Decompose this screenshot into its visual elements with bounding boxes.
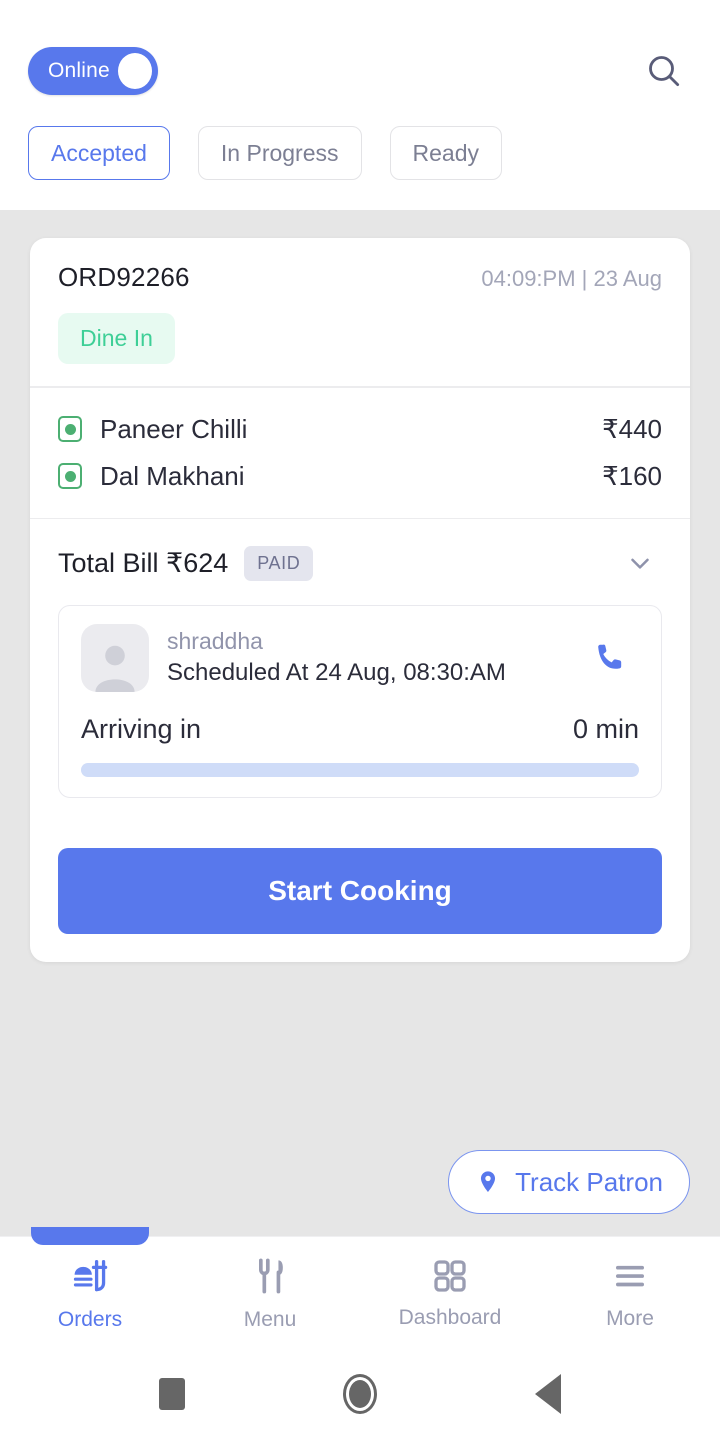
online-status-toggle[interactable]: Online [28,47,158,95]
location-pin-icon [481,1171,496,1193]
triangle-back-icon [535,1374,561,1414]
arriving-in-value: 0 min [572,714,639,744]
nav-item-orders[interactable]: Orders [0,1227,180,1348]
system-navigation-bar [0,1348,720,1440]
order-card-header: ORD92266 04:09:PM | 23 Aug Dine In [30,238,690,386]
arriving-in-label: Arriving in [81,714,202,744]
order-item-price: ₹160 [602,460,662,491]
order-id: ORD92266 [58,262,190,292]
order-items: Paneer Chilli ₹440 Dal Makhani ₹160 [30,388,690,518]
back-button[interactable] [518,1364,578,1424]
order-item-name: Paneer Chilli [100,413,248,444]
order-type-badge-label: Dine In [80,325,153,351]
tab-in-progress-label: In Progress [220,139,339,166]
order-status-tabs: Accepted In Progress Ready [0,102,720,210]
bottom-navigation: Orders Menu Dashboard More [0,1227,720,1348]
toggle-knob[interactable] [117,53,152,89]
tab-accepted-label: Accepted [51,139,147,166]
online-status-label: Online [48,59,110,82]
orders-list: ORD92266 04:09:PM | 23 Aug Dine In Panee… [0,210,720,1236]
tab-ready-label: Ready [412,139,479,166]
arrival-progress-bar [81,763,639,777]
orders-icon [73,1259,108,1291]
square-icon [159,1378,185,1410]
patron-scheduled-time: Scheduled At 24 Aug, 08:30:AM [167,659,506,687]
order-total-section: Total Bill ₹624 PAID shraddha Scheduled … [30,519,690,824]
tab-ready[interactable]: Ready [389,126,502,180]
search-icon [649,56,680,87]
order-item-row: Paneer Chilli ₹440 [58,406,662,453]
tab-accepted[interactable]: Accepted [28,126,170,180]
nav-item-dashboard[interactable]: Dashboard [360,1237,540,1348]
recents-button[interactable] [142,1364,202,1424]
active-tab-indicator [31,1227,149,1245]
payment-status-badge: PAID [244,545,314,581]
nav-label-dashboard: Dashboard [398,1305,502,1329]
nav-label-menu: Menu [243,1307,297,1331]
search-button[interactable] [636,43,692,99]
patron-name: shraddha [167,628,263,655]
start-cooking-button[interactable]: Start Cooking [58,848,662,934]
nav-item-more[interactable]: More [540,1237,720,1348]
nav-label-more: More [606,1306,654,1330]
nav-item-menu[interactable]: Menu [180,1237,360,1348]
chevron-down-icon [631,558,649,569]
cutlery-icon [259,1258,283,1293]
order-type-badge: Dine In [58,313,175,364]
order-item-row: Dal Makhani ₹160 [58,453,662,500]
order-card[interactable]: ORD92266 04:09:PM | 23 Aug Dine In Panee… [30,238,690,962]
track-patron-label: Track Patron [515,1166,663,1197]
app-screen: Online Accepted In Progress Ready ORD922… [0,0,720,1440]
nav-label-orders: Orders [57,1307,123,1331]
grid-icon [434,1259,466,1292]
avatar [81,624,149,692]
call-patron-button[interactable] [585,631,639,685]
track-patron-button[interactable]: Track Patron [448,1150,690,1214]
veg-indicator-icon [58,416,82,442]
phone-icon [598,644,622,669]
home-button[interactable] [330,1364,390,1424]
start-cooking-label: Start Cooking [268,875,452,906]
order-item-name: Dal Makhani [100,460,245,491]
tab-in-progress[interactable]: In Progress [197,126,362,180]
patron-info-box: shraddha Scheduled At 24 Aug, 08:30:AM A… [58,605,662,798]
hamburger-icon [616,1265,644,1286]
expand-order-button[interactable] [618,541,662,585]
order-timestamp: 04:09:PM | 23 Aug [481,266,662,291]
person-icon [95,645,135,692]
order-item-price: ₹440 [602,413,662,444]
total-bill-label: Total Bill ₹624 [58,547,229,578]
circle-icon [343,1374,377,1414]
top-bar: Online [0,0,720,102]
veg-indicator-icon [58,463,82,489]
